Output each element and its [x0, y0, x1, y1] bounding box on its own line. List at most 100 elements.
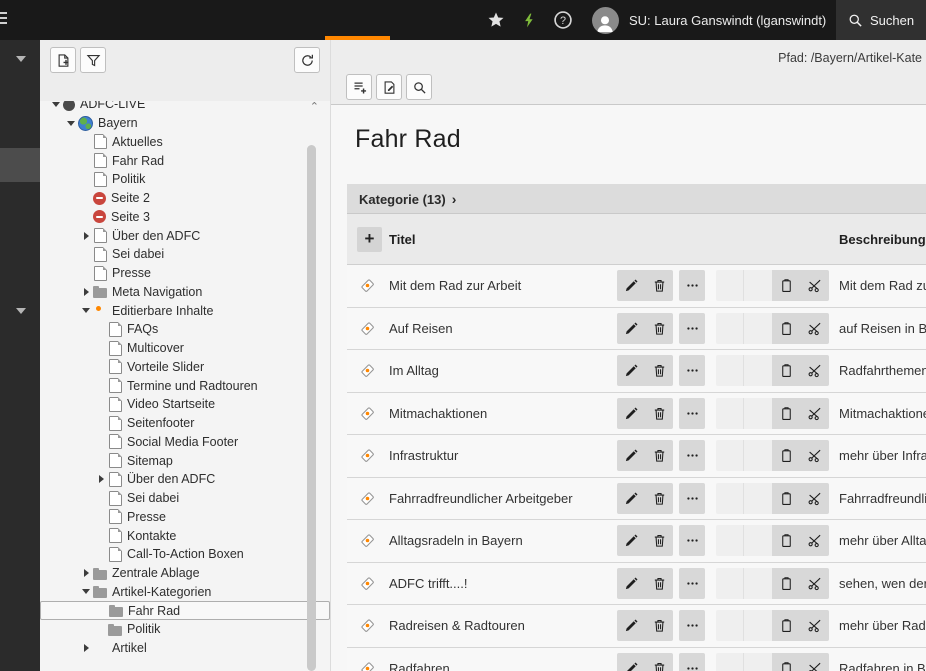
- move-down-slot[interactable]: [744, 610, 772, 641]
- edit-button[interactable]: [617, 270, 645, 301]
- tree-caret-icon[interactable]: [79, 232, 93, 240]
- move-up-slot[interactable]: [716, 483, 744, 514]
- menu-icon[interactable]: [0, 12, 7, 24]
- move-down-slot[interactable]: [744, 653, 772, 671]
- cut-button[interactable]: [801, 610, 830, 641]
- edit-button[interactable]: [617, 568, 645, 599]
- edit-button[interactable]: [617, 525, 645, 556]
- delete-button[interactable]: [645, 525, 673, 556]
- bookmark-star-icon[interactable]: [483, 0, 509, 40]
- global-search[interactable]: Suchen: [836, 0, 926, 40]
- delete-button[interactable]: [645, 355, 673, 386]
- cut-button[interactable]: [801, 440, 830, 471]
- tree-item[interactable]: Aktuelles: [40, 133, 330, 152]
- tree-item[interactable]: Zentrale Ablage: [40, 564, 330, 583]
- tree-caret-icon[interactable]: [79, 644, 93, 652]
- cut-button[interactable]: [801, 355, 830, 386]
- tree-caret-icon[interactable]: [49, 102, 63, 107]
- copy-button[interactable]: [772, 610, 801, 641]
- tree-item[interactable]: Call-To-Action Boxen: [40, 545, 330, 564]
- more-options-button[interactable]: [679, 525, 705, 556]
- cut-button[interactable]: [801, 398, 830, 429]
- logged-in-user-label[interactable]: SU: Laura Ganswindt (lganswindt): [629, 0, 826, 40]
- edit-button[interactable]: [617, 355, 645, 386]
- add-category-button[interactable]: +: [357, 227, 382, 252]
- delete-button[interactable]: [645, 398, 673, 429]
- edit-page-button[interactable]: [376, 74, 402, 100]
- more-options-button[interactable]: [679, 398, 705, 429]
- tree-caret-icon[interactable]: [64, 121, 78, 126]
- search-button[interactable]: [406, 74, 432, 100]
- delete-button[interactable]: [645, 653, 673, 671]
- tree-item[interactable]: FAQs: [40, 320, 330, 339]
- tree-caret-icon[interactable]: [79, 589, 93, 594]
- tree-item[interactable]: Vorteile Slider: [40, 358, 330, 377]
- active-module-indicator[interactable]: [0, 148, 40, 182]
- tree-item[interactable]: Meta Navigation: [40, 283, 330, 302]
- module-group-caret-icon[interactable]: [16, 308, 26, 314]
- move-up-slot[interactable]: [716, 653, 744, 671]
- tree-item[interactable]: Über den ADFC: [40, 470, 330, 489]
- tree-item[interactable]: Fahr Rad: [40, 151, 330, 170]
- cut-button[interactable]: [801, 653, 830, 671]
- category-title[interactable]: Auf Reisen: [389, 321, 617, 336]
- new-page-button[interactable]: [50, 47, 76, 73]
- tree-item[interactable]: Artikel-Kategorien: [40, 583, 330, 602]
- tree-item[interactable]: Fahr Rad: [40, 601, 330, 620]
- category-title[interactable]: Im Alltag: [389, 363, 617, 378]
- tree-caret-icon[interactable]: [79, 288, 93, 296]
- copy-button[interactable]: [772, 483, 801, 514]
- copy-button[interactable]: [772, 653, 801, 671]
- category-title[interactable]: Mit dem Rad zur Arbeit: [389, 278, 617, 293]
- copy-button[interactable]: [772, 313, 801, 344]
- tree-item[interactable]: Sei dabei: [40, 489, 330, 508]
- tree-item[interactable]: Seite 2: [40, 189, 330, 208]
- copy-button[interactable]: [772, 568, 801, 599]
- more-options-button[interactable]: [679, 313, 705, 344]
- cut-button[interactable]: [801, 483, 830, 514]
- tree-item[interactable]: Kontakte: [40, 526, 330, 545]
- tree-item[interactable]: Artikel: [40, 639, 330, 658]
- tree-item[interactable]: Seite 3: [40, 208, 330, 227]
- more-options-button[interactable]: [679, 440, 705, 471]
- refresh-button[interactable]: [294, 47, 320, 73]
- tree-caret-icon[interactable]: [79, 569, 93, 577]
- delete-button[interactable]: [645, 440, 673, 471]
- more-options-button[interactable]: [679, 355, 705, 386]
- move-down-slot[interactable]: [744, 313, 772, 344]
- copy-button[interactable]: [772, 355, 801, 386]
- more-options-button[interactable]: [679, 568, 705, 599]
- category-title[interactable]: Radreisen & Radtouren: [389, 618, 617, 633]
- delete-button[interactable]: [645, 270, 673, 301]
- move-up-slot[interactable]: [716, 398, 744, 429]
- move-down-slot[interactable]: [744, 525, 772, 556]
- copy-button[interactable]: [772, 525, 801, 556]
- move-up-slot[interactable]: [716, 440, 744, 471]
- cut-button[interactable]: [801, 313, 830, 344]
- cut-button[interactable]: [801, 270, 830, 301]
- tree-item[interactable]: Bayern: [40, 114, 330, 133]
- tree-item[interactable]: Seitenfooter: [40, 414, 330, 433]
- edit-button[interactable]: [617, 483, 645, 514]
- more-options-button[interactable]: [679, 270, 705, 301]
- filter-button[interactable]: [80, 47, 106, 73]
- more-options-button[interactable]: [679, 483, 705, 514]
- cut-button[interactable]: [801, 525, 830, 556]
- move-down-slot[interactable]: [744, 483, 772, 514]
- new-record-button[interactable]: [346, 74, 372, 100]
- tree-item[interactable]: Politik: [40, 620, 330, 639]
- tree-caret-icon[interactable]: [94, 475, 108, 483]
- edit-button[interactable]: [617, 653, 645, 671]
- more-options-button[interactable]: [679, 610, 705, 641]
- move-up-slot[interactable]: [716, 355, 744, 386]
- cut-button[interactable]: [801, 568, 830, 599]
- table-band[interactable]: Kategorie (13)›: [347, 184, 926, 214]
- category-title[interactable]: Fahrradfreundlicher Arbeitgeber: [389, 491, 617, 506]
- tree-item[interactable]: Video Startseite: [40, 395, 330, 414]
- edit-button[interactable]: [617, 440, 645, 471]
- tree-item[interactable]: Multicover: [40, 339, 330, 358]
- module-group-caret-icon[interactable]: [16, 56, 26, 62]
- delete-button[interactable]: [645, 568, 673, 599]
- copy-button[interactable]: [772, 398, 801, 429]
- tree-item[interactable]: Sitemap: [40, 451, 330, 470]
